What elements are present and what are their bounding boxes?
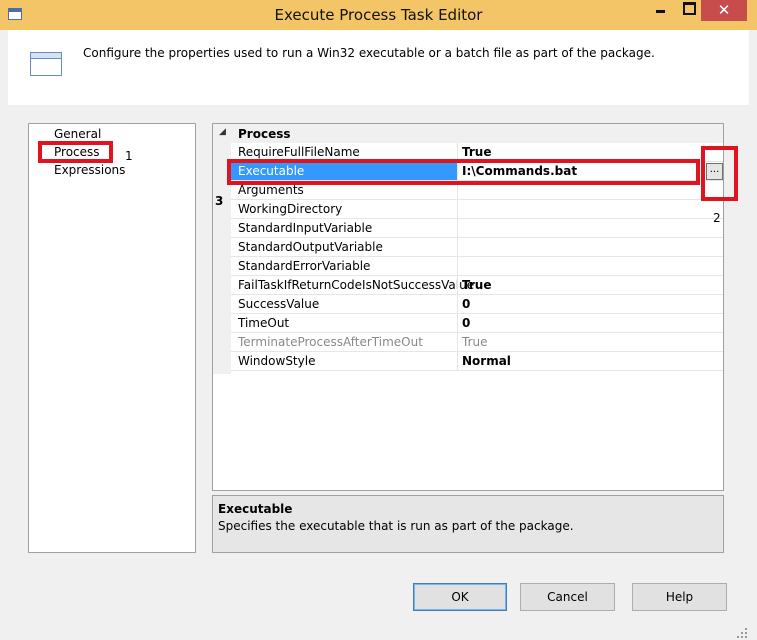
annotation-number-1: 1 [125, 149, 133, 163]
property-name: SuccessValue [238, 297, 320, 311]
minimize-icon [655, 10, 665, 13]
property-row-standard-error-variable[interactable]: StandardErrorVariable [231, 257, 723, 276]
maximize-button[interactable] [675, 0, 703, 21]
annotation-box-process [38, 141, 113, 163]
description-title: Executable [218, 502, 293, 516]
property-name: StandardOutputVariable [238, 240, 383, 254]
property-row-working-directory[interactable]: WorkingDirectory [231, 200, 723, 219]
property-name: WorkingDirectory [238, 202, 343, 216]
ok-button[interactable]: OK [413, 583, 507, 611]
nav-item-expressions[interactable]: Expressions [54, 163, 125, 177]
property-name: TerminateProcessAfterTimeOut [238, 335, 423, 349]
property-value[interactable]: Normal [462, 354, 511, 368]
page-navigation: General Process Expressions [28, 123, 196, 553]
property-value[interactable]: True [462, 278, 491, 292]
resize-grip-icon[interactable] [737, 628, 747, 638]
property-row-fail-task-if-return-code[interactable]: FailTaskIfReturnCodeIsNotSuccessValue Tr… [231, 276, 723, 295]
annotation-number-3: 3 [215, 194, 224, 208]
property-name: TimeOut [238, 316, 290, 330]
description-text: Specifies the executable that is run as … [218, 519, 574, 533]
header-panel: Configure the properties used to run a W… [8, 30, 749, 105]
maximize-icon [682, 2, 696, 15]
property-value[interactable]: True [462, 335, 488, 349]
property-value[interactable]: 0 [462, 316, 470, 330]
close-button[interactable]: ✕ [701, 0, 747, 21]
collapse-icon[interactable]: ◢ [219, 127, 226, 137]
annotation-number-2: 2 [713, 211, 721, 225]
property-row-success-value[interactable]: SuccessValue 0 [231, 295, 723, 314]
property-name: WindowStyle [238, 354, 316, 368]
category-process[interactable]: ◢ Process [213, 124, 723, 143]
annotation-box-executable [227, 159, 700, 185]
property-name: StandardErrorVariable [238, 259, 371, 273]
help-button[interactable]: Help [632, 583, 727, 611]
dialog-window: Execute Process Task Editor ✕ Configure … [0, 0, 757, 640]
property-name: FailTaskIfReturnCodeIsNotSuccessValue [238, 278, 475, 292]
nav-item-general[interactable]: General [54, 127, 101, 141]
property-name: StandardInputVariable [238, 221, 373, 235]
header-description: Configure the properties used to run a W… [83, 46, 655, 60]
property-value[interactable]: 0 [462, 297, 470, 311]
property-row-window-style[interactable]: WindowStyle Normal [231, 352, 723, 371]
property-description-panel: Executable Specifies the executable that… [212, 495, 724, 553]
property-row-terminate-process-after-timeout[interactable]: TerminateProcessAfterTimeOut True [231, 333, 723, 352]
close-icon: ✕ [717, 1, 731, 19]
property-name: RequireFullFileName [238, 145, 360, 159]
annotation-box-ellipsis [701, 146, 738, 201]
title-bar[interactable]: Execute Process Task Editor ✕ [0, 0, 757, 30]
minimize-button[interactable] [646, 0, 674, 21]
property-row-timeout[interactable]: TimeOut 0 [231, 314, 723, 333]
window-title: Execute Process Task Editor [274, 6, 483, 24]
property-row-standard-output-variable[interactable]: StandardOutputVariable [231, 238, 723, 257]
task-icon [30, 52, 62, 76]
category-label: Process [238, 127, 291, 141]
property-row-standard-input-variable[interactable]: StandardInputVariable [231, 219, 723, 238]
cancel-button[interactable]: Cancel [520, 583, 615, 611]
property-value[interactable]: True [462, 145, 491, 159]
property-name: Arguments [238, 183, 304, 197]
